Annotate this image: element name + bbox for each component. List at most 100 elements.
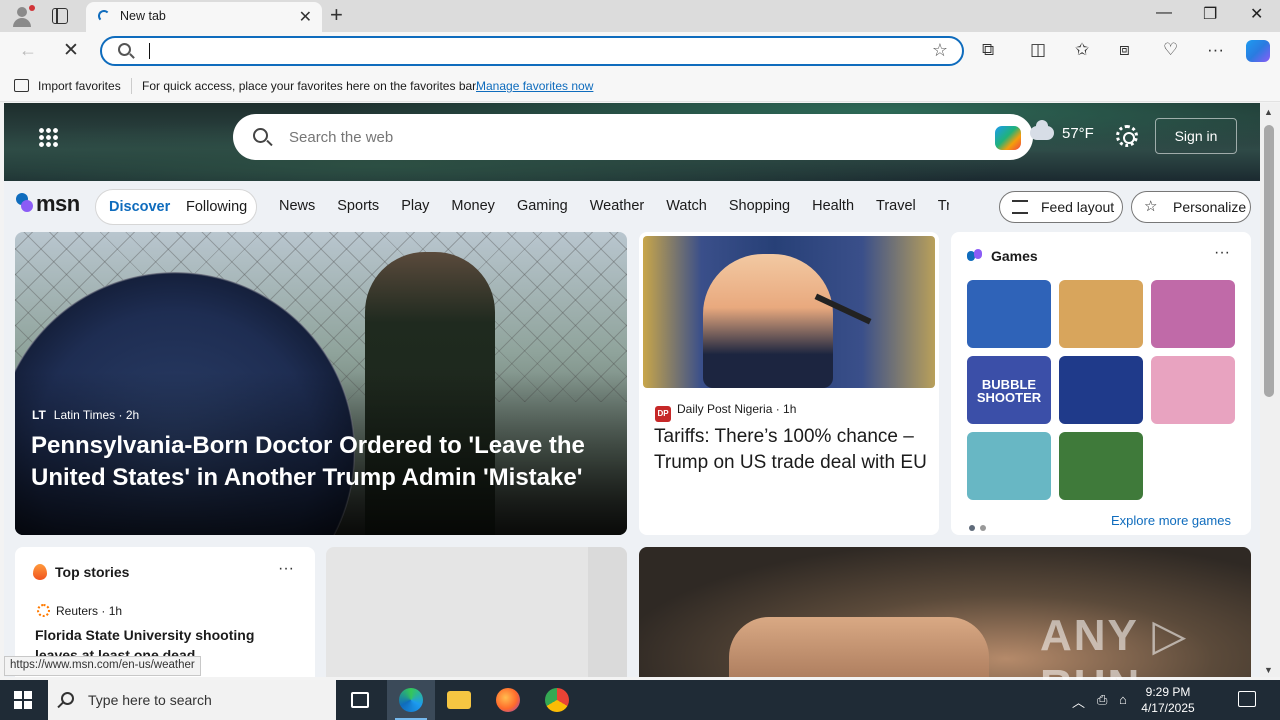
weather-widget[interactable]: 57°F — [1030, 120, 1094, 142]
game-tile-mahjong[interactable] — [1059, 432, 1143, 500]
taskbar-search-placeholder: Type here to search — [88, 692, 212, 708]
search-icon — [61, 692, 74, 705]
stop-loading-icon[interactable]: ✕ — [63, 39, 79, 62]
game-tile-text: BUBBLE SHOOTER — [976, 377, 1042, 405]
carousel-dots[interactable] — [969, 519, 991, 534]
meet-now-icon[interactable]: ⎙ — [1097, 692, 1107, 708]
edge-taskbar-icon[interactable] — [387, 680, 435, 720]
personalize-button[interactable]: ☆ Personalize — [1131, 191, 1251, 223]
source-logo: LT — [32, 408, 46, 422]
games-card: Games ··· BUBBLE SHOOTER Explore more ga… — [951, 232, 1251, 535]
taskbar-clock[interactable]: 9:29 PM 4/17/2025 — [1140, 684, 1196, 716]
app-launcher-icon[interactable] — [38, 127, 58, 147]
task-view-icon[interactable] — [336, 680, 384, 720]
collections-icon[interactable]: ⧈ — [1119, 41, 1130, 59]
nav-news[interactable]: News — [279, 198, 315, 214]
file-explorer-icon[interactable] — [435, 680, 483, 720]
minimize-button[interactable]: — — [1156, 4, 1172, 22]
games-icon — [967, 249, 983, 263]
msn-logo[interactable]: msn — [16, 191, 82, 217]
nav-watch[interactable]: Watch — [666, 198, 707, 214]
feed-layout-label: Feed layout — [1041, 199, 1115, 215]
firefox-icon[interactable] — [484, 680, 532, 720]
story-headline[interactable]: Tariffs: There’s 100% chance – Trump on … — [654, 424, 930, 476]
explore-games-link[interactable]: Explore more games — [1111, 513, 1231, 528]
feed-toggle: Discover Following — [95, 189, 257, 225]
game-tile-bubble-shooter[interactable]: BUBBLE SHOOTER — [967, 356, 1051, 424]
nav-travel[interactable]: Travel — [876, 198, 916, 214]
import-favorites-button[interactable]: Import favorites — [38, 79, 121, 93]
web-search-placeholder: Search the web — [289, 129, 394, 146]
tab-actions-icon[interactable] — [52, 8, 68, 24]
source-name: Reuters — [56, 604, 99, 618]
msn-page: Search the web 57°F Sign in msn Discover… — [4, 103, 1260, 677]
source-name: Latin Times — [53, 408, 116, 422]
nav-gaming[interactable]: Gaming — [517, 198, 568, 214]
tray-overflow-chevron-icon[interactable]: ︿ — [1072, 692, 1085, 711]
hero-headline[interactable]: Pennsylvania-Born Doctor Ordered to 'Lea… — [31, 430, 601, 494]
split-screen-icon[interactable]: ◫ — [1030, 41, 1046, 59]
manage-favorites-link[interactable]: Manage favorites now — [476, 79, 593, 93]
tab-new-tab[interactable]: New tab ✕ — [86, 2, 322, 32]
copilot-icon[interactable] — [1246, 40, 1270, 62]
chrome-icon[interactable] — [533, 680, 581, 720]
clock-time: 9:29 PM — [1145, 685, 1191, 699]
top-stories-more-button[interactable]: ··· — [278, 560, 294, 578]
sign-in-button[interactable]: Sign in — [1155, 118, 1237, 154]
clock-date: 4/17/2025 — [1141, 701, 1195, 715]
more-menu-icon[interactable]: ··· — [1207, 41, 1224, 59]
profile-icon[interactable] — [10, 4, 35, 28]
news-story-card[interactable]: DP Daily Post Nigeria · 1h Tariffs: There… — [639, 232, 939, 535]
personalize-star-icon: ☆ — [1144, 198, 1158, 215]
nav-money[interactable]: Money — [451, 198, 495, 214]
hero-story-card[interactable]: LT Latin Times · 2h Pennsylvania-Born Doc… — [15, 232, 627, 535]
scroll-up-arrow-icon[interactable]: ▲ — [1264, 107, 1273, 117]
game-tile-wood-screw[interactable] — [1059, 280, 1143, 348]
restore-button[interactable]: ❐ — [1203, 4, 1217, 24]
import-favorites-icon — [14, 79, 29, 92]
games-title: Games — [991, 248, 1038, 264]
game-tile-makeup[interactable] — [1151, 280, 1235, 348]
personalize-label: Personalize — [1173, 199, 1247, 215]
favorite-star-icon[interactable]: ☆ — [932, 40, 948, 61]
browser-essentials-icon[interactable]: ♡ — [1163, 41, 1178, 59]
hero-source: LT Latin Times · 2h — [32, 408, 140, 422]
back-arrow-icon[interactable]: ← — [19, 40, 37, 61]
story-image — [643, 236, 935, 388]
address-bar[interactable]: ☆ — [100, 36, 964, 66]
copilot-search-icon[interactable] — [995, 126, 1021, 150]
game-tile-block-puzzle[interactable] — [1059, 356, 1143, 424]
window-close-button[interactable]: ✕ — [1250, 4, 1263, 24]
nav-shopping[interactable]: Shopping — [729, 198, 790, 214]
msn-logo-text: msn — [36, 191, 80, 216]
nav-sports[interactable]: Sports — [337, 198, 379, 214]
game-tile-hospital[interactable] — [967, 432, 1051, 500]
game-tile-gem-match[interactable] — [967, 280, 1051, 348]
nav-weather[interactable]: Weather — [590, 198, 645, 214]
network-icon[interactable]: ⌂ — [1119, 692, 1127, 707]
extensions-icon[interactable]: ⧉ — [982, 41, 994, 59]
games-more-button[interactable]: ··· — [1214, 244, 1230, 262]
windows-start-icon[interactable] — [14, 691, 32, 709]
notifications-icon[interactable] — [1238, 691, 1256, 707]
tab-following[interactable]: Following — [186, 199, 247, 215]
browser-toolbar: ← ✕ ☆ ⧉ ◫ ✩ ⧈ ♡ ··· — [0, 32, 1280, 70]
nav-health[interactable]: Health — [812, 198, 854, 214]
page-scrollbar[interactable]: ▲ ▼ — [1260, 103, 1280, 677]
flame-icon — [33, 564, 47, 580]
tab-strip: New tab ✕ + — ❐ ✕ — [0, 0, 1280, 32]
top-stories-title: Top stories — [55, 564, 130, 580]
new-tab-button[interactable]: + — [330, 3, 343, 27]
web-search-box[interactable]: Search the web — [233, 114, 1033, 160]
feed-layout-button[interactable]: Feed layout — [999, 191, 1123, 223]
nav-traffic[interactable]: Tra — [938, 198, 949, 214]
favorites-icon[interactable]: ✩ — [1075, 41, 1089, 59]
settings-gear-icon[interactable] — [1116, 125, 1138, 147]
nav-play[interactable]: Play — [401, 198, 429, 214]
scrollbar-thumb[interactable] — [1264, 125, 1274, 397]
tab-close-button[interactable]: ✕ — [299, 7, 312, 27]
tab-discover[interactable]: Discover — [109, 199, 170, 215]
windows-taskbar: Type here to search ︿ ⎙ ⌂ 9:29 PM 4/17/2… — [0, 680, 1280, 720]
taskbar-search-box[interactable]: Type here to search — [48, 680, 336, 720]
game-tile-dress-up[interactable] — [1151, 356, 1235, 424]
